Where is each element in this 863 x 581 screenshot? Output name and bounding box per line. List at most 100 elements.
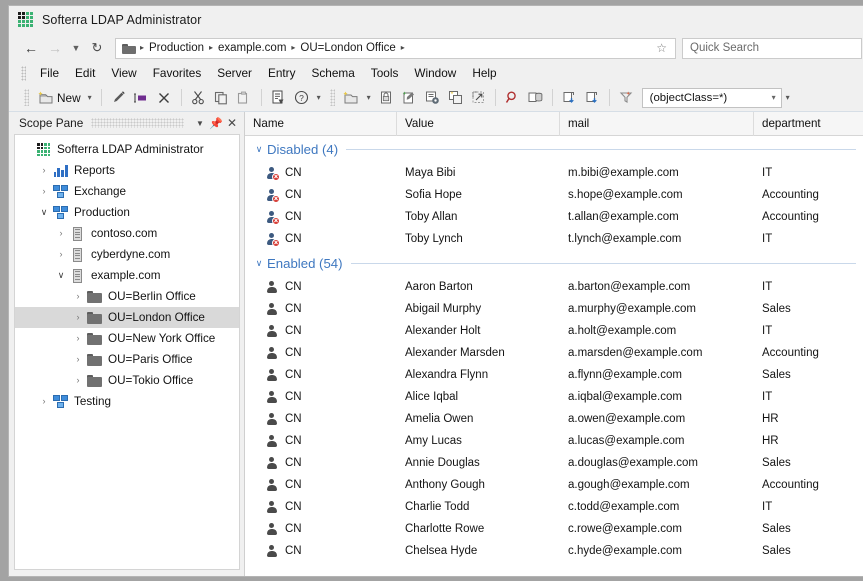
- forward-arrow-icon[interactable]: →: [43, 37, 67, 59]
- help-button[interactable]: ?: [290, 87, 313, 109]
- rename-button[interactable]: [130, 87, 153, 109]
- chevron-down-icon[interactable]: ∨: [36, 208, 52, 217]
- tree-item-ou-london-office[interactable]: › OU=London Office: [15, 307, 239, 328]
- search-button[interactable]: [501, 87, 524, 109]
- table-row[interactable]: CN Anthony Gough a.gough@example.com Accoun…: [245, 474, 863, 496]
- column-header-mail[interactable]: mail: [560, 111, 754, 136]
- menu-item-help[interactable]: Help: [464, 64, 504, 82]
- table-row[interactable]: CN Amelia Owen a.owen@example.com HR: [245, 408, 863, 430]
- table-row[interactable]: CN Maya Bibi m.bibi@example.com IT: [245, 162, 863, 184]
- scope-tree[interactable]: Softerra LDAP Administrator › Reports › Exch…: [14, 134, 240, 570]
- chevron-right-icon[interactable]: ›: [53, 229, 69, 238]
- tree-item-reports[interactable]: › Reports: [15, 160, 239, 181]
- chevron-right-icon[interactable]: ›: [70, 355, 86, 364]
- search-database-button[interactable]: [524, 87, 547, 109]
- edit-button[interactable]: [107, 87, 130, 109]
- close-icon[interactable]: ✕: [224, 115, 240, 131]
- tree-item-ou-new-york-office[interactable]: › OU=New York Office: [15, 328, 239, 349]
- tree-item-ou-tokio-office[interactable]: › OU=Tokio Office: [15, 370, 239, 391]
- table-row[interactable]: CN Abigail Murphy a.murphy@example.com Sale…: [245, 298, 863, 320]
- chevron-right-icon[interactable]: ›: [70, 376, 86, 385]
- table-row[interactable]: CN Chelsea Hyde c.hyde@example.com Sales: [245, 540, 863, 562]
- tree-item-ou-paris-office[interactable]: › OU=Paris Office: [15, 349, 239, 370]
- chevron-down-icon[interactable]: ∨: [251, 258, 267, 269]
- menu-item-window[interactable]: Window: [406, 64, 464, 82]
- column-header-department[interactable]: department: [754, 112, 863, 136]
- import-entry-button[interactable]: [558, 87, 581, 109]
- menu-grip[interactable]: [21, 65, 26, 81]
- new-dropdown-caret[interactable]: ▾: [84, 93, 96, 102]
- list-body[interactable]: ∨ Disabled (4) CN Maya Bibi m.bibi@example.c…: [245, 136, 863, 576]
- table-row[interactable]: CN Toby Allan t.allan@example.com Accountin…: [245, 206, 863, 228]
- chevron-right-icon[interactable]: ›: [36, 397, 52, 406]
- toolbar-overflow-caret[interactable]: ▾: [782, 93, 794, 102]
- chevron-down-icon[interactable]: ∨: [251, 144, 267, 155]
- menu-item-entry[interactable]: Entry: [260, 64, 304, 82]
- chevron-down-icon[interactable]: ▾: [772, 93, 776, 102]
- chevron-down-icon[interactable]: ∨: [53, 271, 69, 280]
- table-row[interactable]: CN Charlotte Rowe c.rowe@example.com Sales: [245, 518, 863, 540]
- tree-item-softerra-ldap-administrator[interactable]: Softerra LDAP Administrator: [15, 139, 239, 160]
- paste-button[interactable]: [233, 87, 256, 109]
- toolbar-grip[interactable]: [24, 89, 29, 106]
- new-folder-button[interactable]: [340, 87, 363, 109]
- tree-item-example-com[interactable]: ∨ example.com: [15, 265, 239, 286]
- scope-pane-grip[interactable]: [91, 118, 184, 128]
- table-row[interactable]: CN Toby Lynch t.lynch@example.com IT: [245, 228, 863, 250]
- import-entry-2-button[interactable]: [581, 87, 604, 109]
- breadcrumb-item-london-office[interactable]: OU=London Office: [297, 42, 398, 54]
- table-row[interactable]: CN Alice Iqbal a.iqbal@example.com IT: [245, 386, 863, 408]
- copy-button[interactable]: [210, 87, 233, 109]
- breadcrumb-item-production[interactable]: Production: [146, 42, 207, 54]
- new-folder-dropdown-caret[interactable]: ▾: [363, 93, 375, 102]
- bulk-settings-button[interactable]: [421, 87, 444, 109]
- help-dropdown-caret[interactable]: ▾: [313, 93, 325, 102]
- clone-entry-button[interactable]: [444, 87, 467, 109]
- table-row[interactable]: CN Charlie Todd c.todd@example.com IT: [245, 496, 863, 518]
- chevron-right-icon[interactable]: ›: [70, 292, 86, 301]
- chevron-right-icon[interactable]: ›: [70, 334, 86, 343]
- table-row[interactable]: CN Annie Douglas a.douglas@example.com Sale…: [245, 452, 863, 474]
- menu-item-server[interactable]: Server: [209, 64, 260, 82]
- table-row[interactable]: CN Alexander Marsden a.marsden@example.com…: [245, 342, 863, 364]
- menu-item-schema[interactable]: Schema: [304, 64, 363, 82]
- tree-item-cyberdyne-com[interactable]: › cyberdyne.com: [15, 244, 239, 265]
- chevron-right-icon[interactable]: ›: [36, 187, 52, 196]
- table-row[interactable]: CN Alexandra Flynn a.flynn@example.com Sale…: [245, 364, 863, 386]
- export-entry-button[interactable]: [467, 87, 490, 109]
- breadcrumb-item-example-com[interactable]: example.com: [215, 42, 289, 54]
- edit-document-button[interactable]: [398, 87, 421, 109]
- tree-item-exchange[interactable]: › Exchange: [15, 181, 239, 202]
- delete-button[interactable]: [153, 87, 176, 109]
- group-header-disabled[interactable]: ∨ Disabled (4): [245, 136, 863, 162]
- chevron-right-icon[interactable]: ›: [36, 166, 52, 175]
- table-row[interactable]: CN Aaron Barton a.barton@example.com IT: [245, 276, 863, 298]
- menu-item-view[interactable]: View: [103, 64, 144, 82]
- tree-item-contoso-com[interactable]: › contoso.com: [15, 223, 239, 244]
- tree-item-testing[interactable]: › Testing: [15, 391, 239, 412]
- breadcrumb[interactable]: ▸ Production ▸ example.com ▸ OU=London O…: [115, 37, 676, 59]
- group-header-enabled[interactable]: ∨ Enabled (54): [245, 250, 863, 276]
- column-header-value[interactable]: Value: [397, 111, 560, 136]
- column-header-name[interactable]: Name: [245, 111, 397, 136]
- table-row[interactable]: CN Amy Lucas a.lucas@example.com HR: [245, 430, 863, 452]
- pin-icon[interactable]: 📌: [208, 115, 224, 131]
- list-column-header[interactable]: Name Value mail department: [245, 111, 863, 136]
- quick-search-input[interactable]: Quick Search: [682, 37, 862, 59]
- refresh-icon[interactable]: ↻: [85, 37, 109, 59]
- filter-combobox[interactable]: (objectClass=*) ▾: [641, 87, 782, 108]
- menu-item-tools[interactable]: Tools: [363, 64, 407, 82]
- lock-entry-button[interactable]: [375, 87, 398, 109]
- table-row[interactable]: CN Sofia Hope s.hope@example.com Accounting: [245, 184, 863, 206]
- chevron-right-icon[interactable]: ›: [70, 313, 86, 322]
- cut-button[interactable]: [187, 87, 210, 109]
- toolbar-grip-2[interactable]: [329, 89, 335, 106]
- report-button[interactable]: [267, 87, 290, 109]
- tree-item-ou-berlin-office[interactable]: › OU=Berlin Office: [15, 286, 239, 307]
- new-button[interactable]: New: [34, 87, 84, 109]
- menu-item-edit[interactable]: Edit: [67, 64, 103, 82]
- chevron-down-icon[interactable]: ▼: [192, 115, 208, 131]
- history-dropdown-icon[interactable]: ▼: [67, 37, 85, 59]
- tree-item-production[interactable]: ∨ Production: [15, 202, 239, 223]
- chevron-right-icon[interactable]: ›: [53, 250, 69, 259]
